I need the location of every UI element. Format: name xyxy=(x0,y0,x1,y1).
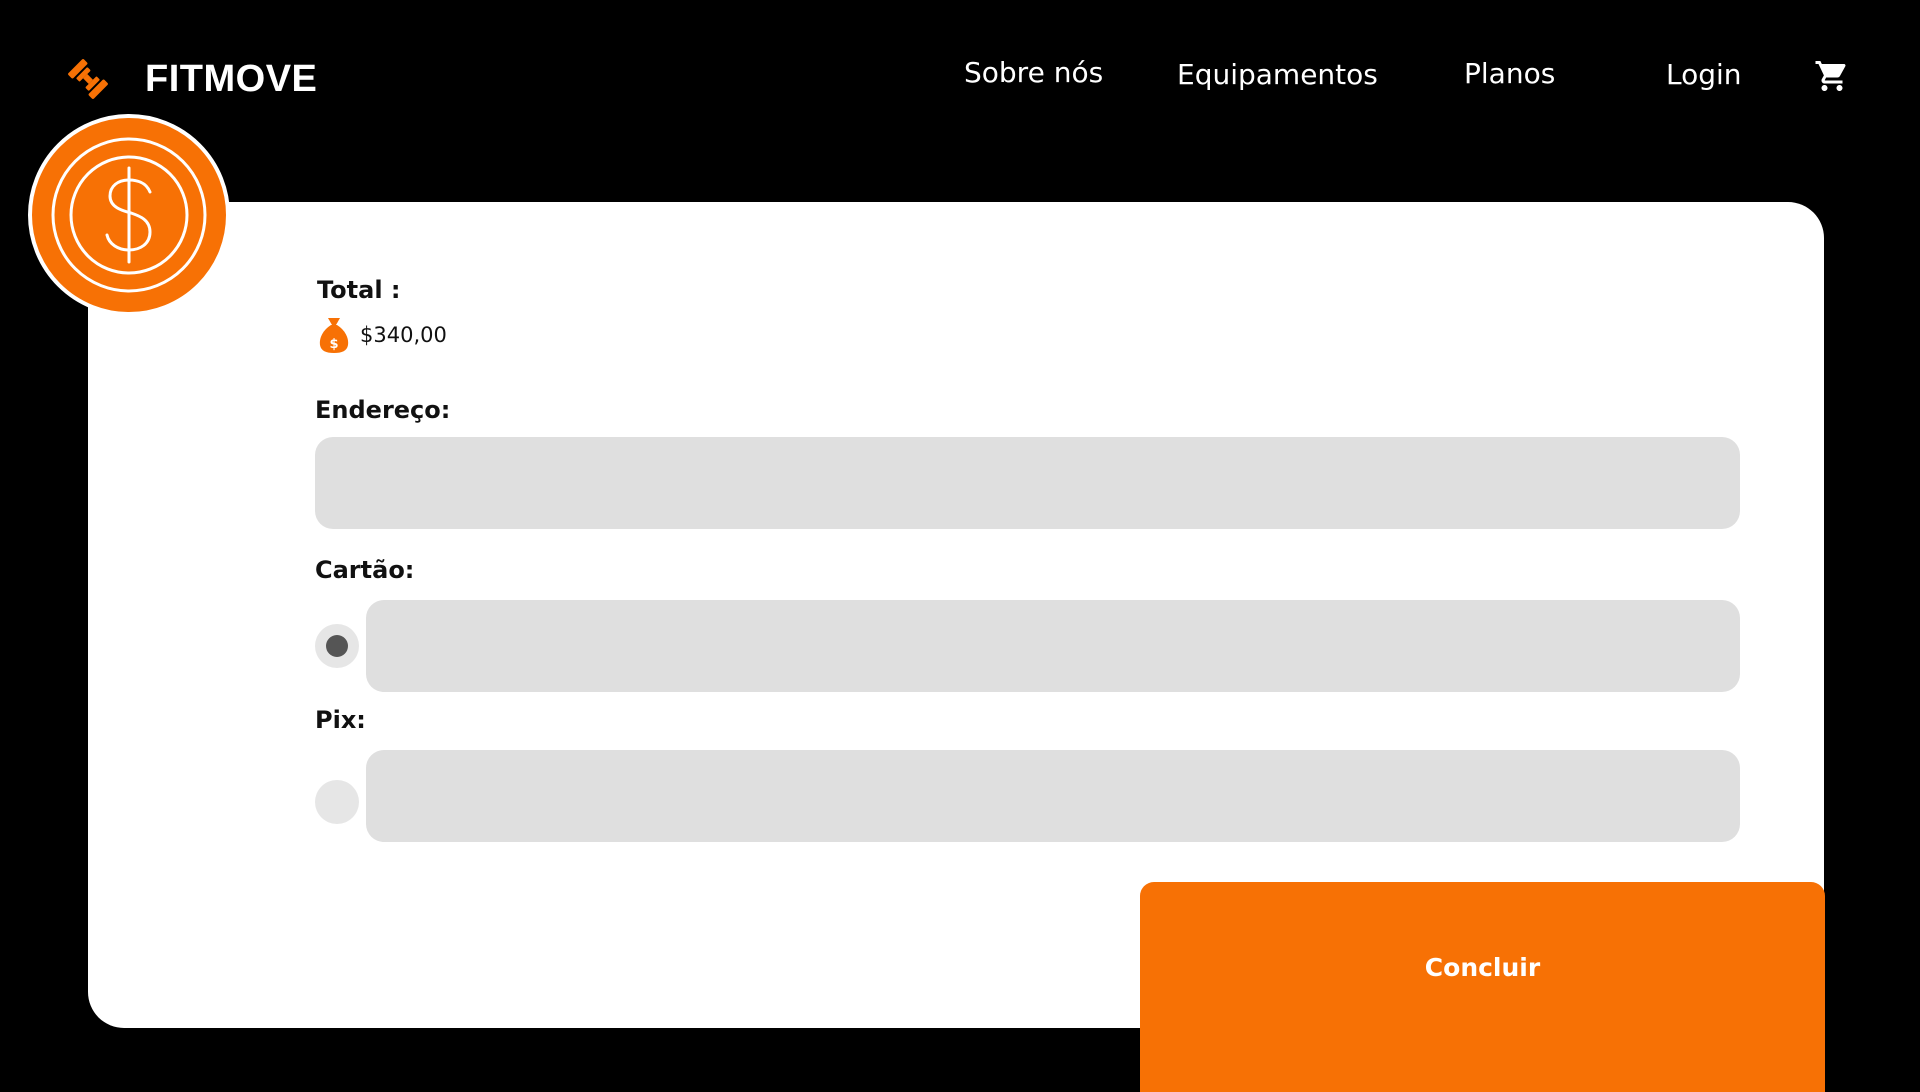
nav-item-login[interactable]: Login xyxy=(1666,58,1742,91)
card-field[interactable] xyxy=(366,600,1740,692)
dollar-coin-icon xyxy=(51,137,207,293)
concluir-button[interactable]: Concluir xyxy=(1140,882,1825,1092)
total-amount: $340,00 xyxy=(360,323,447,347)
shopping-cart-icon[interactable] xyxy=(1813,58,1851,94)
brand-name[interactable]: FITMOVE xyxy=(145,58,317,101)
address-field[interactable] xyxy=(315,437,1740,529)
total-label: Total : xyxy=(317,276,401,304)
nav-item-equipamentos[interactable]: Equipamentos xyxy=(1177,58,1378,91)
nav-item-sobre-nos[interactable]: Sobre nós xyxy=(964,56,1103,89)
pix-label: Pix: xyxy=(315,706,366,734)
dollar-coin-badge xyxy=(28,114,230,316)
money-bag-icon: $ xyxy=(319,318,349,353)
dumbbell-icon xyxy=(68,59,108,99)
total-amount-row: $ $340,00 xyxy=(318,316,447,354)
pix-field[interactable] xyxy=(366,750,1740,842)
card-label: Cartão: xyxy=(315,556,415,584)
nav-item-planos[interactable]: Planos xyxy=(1464,57,1555,90)
card-radio[interactable] xyxy=(315,624,359,668)
svg-text:$: $ xyxy=(329,337,338,352)
pix-radio[interactable] xyxy=(315,780,359,824)
address-label: Endereço: xyxy=(315,396,451,424)
